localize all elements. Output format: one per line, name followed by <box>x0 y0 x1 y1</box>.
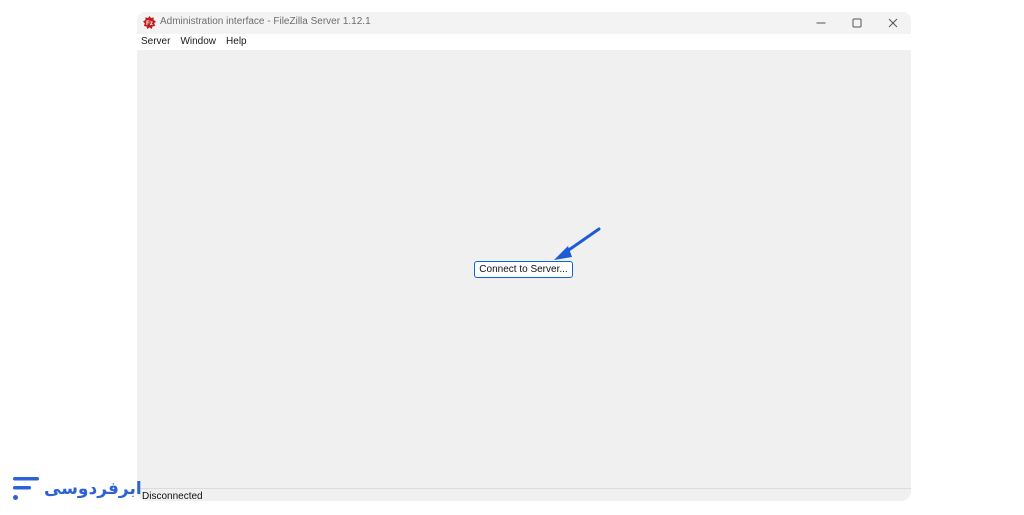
minimize-icon <box>816 22 826 24</box>
connection-status: Disconnected <box>142 491 203 502</box>
title-bar[interactable]: Fz Administration interface - FileZilla … <box>137 12 911 34</box>
arrow-pointer-icon <box>554 227 601 260</box>
window-title: Administration interface - FileZilla Ser… <box>160 16 371 27</box>
svg-text:Fz: Fz <box>146 21 153 27</box>
maximize-button[interactable] <box>839 12 875 34</box>
close-icon <box>888 18 898 28</box>
menu-help[interactable]: Help <box>221 34 252 50</box>
menu-server[interactable]: Server <box>137 34 175 50</box>
menu-window[interactable]: Window <box>175 34 221 50</box>
logo-mark-icon <box>12 474 42 504</box>
status-bar: Disconnected <box>137 488 911 501</box>
brand-logo: ابرفردوسی <box>12 474 142 504</box>
app-window: Fz Administration interface - FileZilla … <box>137 12 911 501</box>
maximize-icon <box>852 18 862 28</box>
minimize-button[interactable] <box>803 12 839 34</box>
screenshot-page: Fz Administration interface - FileZilla … <box>0 0 1024 515</box>
client-area: Connect to Server... <box>137 50 911 489</box>
brand-logo-text: ابرفردوسی <box>44 479 142 499</box>
close-button[interactable] <box>875 12 911 34</box>
filezilla-icon: Fz <box>143 16 156 29</box>
menu-bar: Server Window Help <box>137 34 911 50</box>
